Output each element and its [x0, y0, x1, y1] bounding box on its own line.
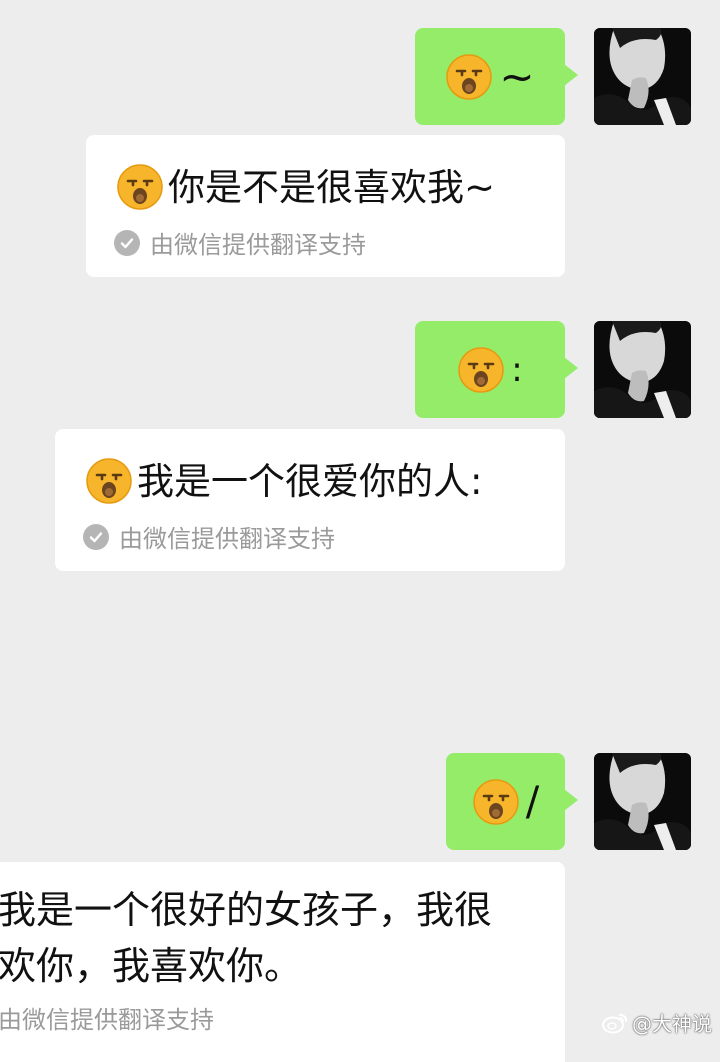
sleepy-emoji-icon [85, 457, 133, 505]
check-circle-icon [83, 523, 109, 550]
sent-message-text: : [511, 349, 523, 390]
translation-credit: 由微信提供翻译支持 [83, 519, 335, 554]
translation-credit-text: 由微信提供翻译支持 [119, 525, 335, 553]
translation-text-row: 我是一个很爱你的人: [85, 457, 482, 505]
check-circle-icon [114, 229, 140, 256]
translation-text-row: 你是不是很喜欢我~ [116, 163, 495, 211]
translation-credit: 由微信提供翻译支持 [0, 1000, 214, 1035]
sent-message-text: / [525, 778, 540, 825]
sleepy-emoji-icon [472, 778, 520, 826]
translation-text-line: 我是一个很好的女孩子，我很 [0, 888, 493, 932]
translation-text: 我是一个很好的女孩子，我很 欢你，我喜欢你。 [0, 882, 492, 994]
avatar[interactable] [594, 753, 691, 850]
translation-text: 我是一个很爱你的人: [137, 459, 483, 503]
translation-card[interactable]: 我是一个很爱你的人: 由微信提供翻译支持 [55, 429, 565, 571]
avatar[interactable] [594, 28, 691, 125]
translation-card[interactable]: 我是一个很好的女孩子，我很 欢你，我喜欢你。 由微信提供翻译支持 [0, 862, 565, 1062]
translation-credit: 由微信提供翻译支持 [114, 225, 366, 260]
translation-credit-text: 由微信提供翻译支持 [0, 1006, 214, 1034]
translation-card[interactable]: 你是不是很喜欢我~ 由微信提供翻译支持 [86, 135, 565, 277]
translation-credit-text: 由微信提供翻译支持 [150, 231, 366, 259]
sleepy-emoji-icon [445, 53, 493, 101]
sleepy-emoji-icon [457, 346, 505, 394]
watermark: @大神说 [602, 1008, 712, 1037]
translation-text-line: 欢你，我喜欢你。 [0, 944, 303, 988]
sent-message-bubble[interactable]: ~ [415, 28, 578, 125]
translation-text: 你是不是很喜欢我~ [168, 165, 496, 209]
sent-message-bubble[interactable]: : [415, 321, 578, 418]
sent-message-text: ~ [499, 52, 535, 101]
sleepy-emoji-icon [116, 163, 164, 211]
sent-message-bubble[interactable]: / [446, 753, 578, 850]
weibo-icon [602, 1013, 627, 1033]
watermark-text: @大神说 [632, 1012, 712, 1036]
avatar[interactable] [594, 321, 691, 418]
